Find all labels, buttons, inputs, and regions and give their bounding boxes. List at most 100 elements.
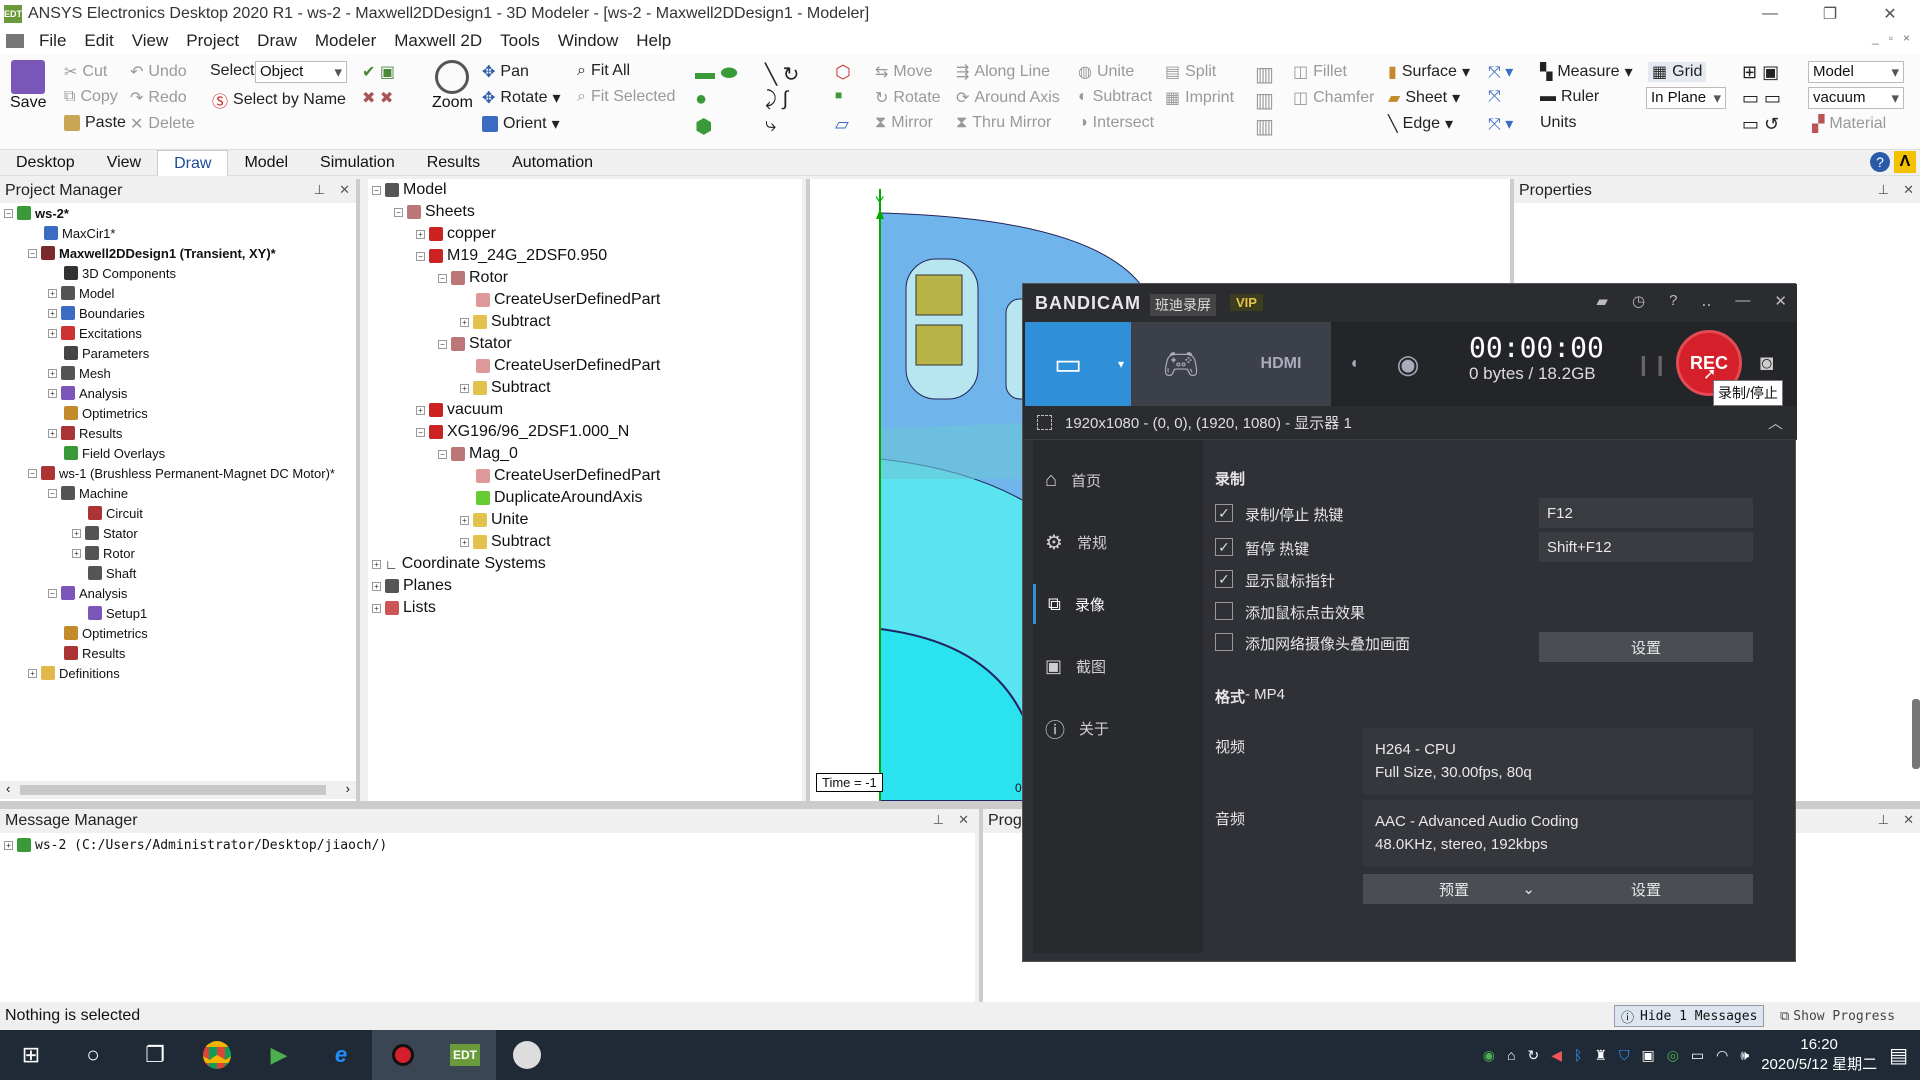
tab-draw[interactable]: Draw [157, 149, 229, 176]
rotate-obj-button[interactable]: ↻ Rotate [875, 88, 941, 108]
coordinate-system-icon[interactable]: ⤧ ▾ [1488, 62, 1513, 82]
unite-button[interactable]: ◍ Unite [1078, 62, 1134, 82]
close-pane-icon[interactable]: ✕ [1903, 182, 1914, 198]
close-pane-icon[interactable]: ✕ [1903, 812, 1914, 828]
speaker-mic-icon[interactable]: ◖ [1339, 322, 1369, 406]
thru-mirror-button[interactable]: ⧗ Thru Mirror [956, 114, 1051, 132]
tree-item[interactable]: + Subtract [460, 377, 551, 399]
tree-item[interactable]: Circuit [88, 503, 143, 523]
tree-item[interactable]: Optimetrics [64, 403, 148, 423]
fillet-button[interactable]: ◫ Fillet [1293, 62, 1347, 82]
select-mode-dropdown[interactable]: Object [255, 61, 347, 83]
tree-item[interactable]: − Machine [48, 483, 128, 503]
tree-item[interactable]: Shaft [88, 563, 136, 583]
menu-edit[interactable]: Edit [75, 31, 122, 51]
collapse-icon[interactable]: ︿ [1768, 412, 1783, 433]
units-button[interactable]: Units [1540, 114, 1576, 132]
bluetooth-icon[interactable]: ᛒ [1574, 1047, 1582, 1063]
clock[interactable]: 16:20 2020/5/12 星期二 [1761, 1035, 1877, 1075]
around-axis-button[interactable]: ⟳ Around Axis [956, 88, 1060, 108]
split-button[interactable]: ▤ Split [1165, 62, 1216, 82]
media-player-icon[interactable]: ▶ [248, 1030, 310, 1080]
restore-button[interactable]: ❐ [1800, 0, 1860, 28]
tree-item[interactable]: + Planes [372, 575, 452, 597]
search-icon[interactable]: ○ [62, 1030, 124, 1080]
select-icons-group[interactable]: ✔ ▣ [362, 62, 395, 82]
mdi-restore[interactable]: ▫ [1889, 31, 1893, 45]
speaker-icon[interactable]: 🕪 [1740, 1047, 1749, 1064]
pin-icon[interactable]: ⊥ [314, 182, 325, 198]
tree-item[interactable]: + Excitations [48, 323, 142, 343]
close-pane-icon[interactable]: ✕ [958, 812, 969, 828]
resolution-bar[interactable]: 1920x1080 - (0, 0), (1920, 1080) - 显示器 1… [1023, 406, 1797, 440]
tree-item[interactable]: + ∟ Coordinate Systems [372, 553, 546, 575]
tray-sync-icon[interactable]: ↻ [1527, 1047, 1539, 1064]
menu-maxwell2d[interactable]: Maxwell 2D [385, 31, 491, 51]
tree-item[interactable]: Setup1 [88, 603, 147, 623]
tray-app-icon[interactable]: ◉ [1483, 1047, 1495, 1064]
menu-help[interactable]: Help [627, 31, 680, 51]
material-dropdown[interactable]: vacuum [1808, 87, 1904, 109]
copy-button[interactable]: ⧉ Copy [64, 88, 118, 106]
tree-item[interactable]: − Analysis [48, 583, 127, 603]
hotkey-rec-field[interactable]: F12 [1539, 498, 1753, 528]
wechat-icon[interactable]: ◎ [1667, 1047, 1679, 1064]
tree-item[interactable]: Results [64, 643, 125, 663]
tree-item[interactable]: + Rotor [72, 543, 135, 563]
tray-network-app-icon[interactable]: ⌂ [1507, 1047, 1515, 1063]
fit-all-button[interactable]: ⌕ Fit All [577, 62, 630, 80]
tree-item[interactable]: + copper [416, 223, 496, 245]
face-cs-icon[interactable]: ⤧ ▾ [1488, 114, 1513, 134]
tab-results[interactable]: Results [411, 150, 496, 176]
thicken-icon[interactable]: ▥ [1255, 88, 1274, 113]
menu-draw[interactable]: Draw [248, 31, 306, 51]
orient-button[interactable]: Orient ▾ [482, 114, 560, 134]
draw-arc-icon[interactable]: ⤷ [765, 114, 776, 137]
game-mode-button[interactable]: 🎮︎ [1131, 322, 1231, 406]
tree-item[interactable]: + Model [48, 283, 114, 303]
internet-explorer-icon[interactable]: e [310, 1030, 372, 1080]
tree-item[interactable]: + Analysis [48, 383, 127, 403]
windows-start-icon[interactable]: ⊞ [0, 1030, 62, 1080]
bandicam-task-icon[interactable] [372, 1030, 434, 1080]
tree-item[interactable]: Parameters [64, 343, 149, 363]
pause-icon[interactable]: ❙❙ [1635, 352, 1669, 377]
tree-item[interactable]: 3D Components [64, 263, 176, 283]
show-cursor-checkbox[interactable]: ✓ [1215, 570, 1233, 588]
mdi-minimize[interactable]: _ [1872, 31, 1879, 45]
tree-item[interactable]: + vacuum [416, 399, 503, 421]
webcam-icon[interactable]: ◉ [1373, 322, 1443, 406]
surface-button[interactable]: ▮ Surface ▾ [1388, 62, 1470, 82]
tab-view[interactable]: View [91, 150, 157, 176]
tree-item[interactable]: − Sheets [394, 201, 475, 223]
tree-item[interactable]: + Unite [460, 509, 528, 531]
clock-icon[interactable]: ◷ [1632, 292, 1645, 310]
zoom-button[interactable]: Zoom [432, 60, 473, 112]
hotkey-rec-checkbox[interactable]: ✓ [1215, 504, 1233, 522]
menu-icon[interactable]: ‥ [1701, 292, 1711, 310]
format-settings-button[interactable]: 设置 [1539, 874, 1753, 904]
help-icon[interactable]: ? [1870, 152, 1890, 172]
edge-button[interactable]: ╲ Edge ▾ [1388, 114, 1453, 134]
tray-display-icon[interactable]: ▣ [1641, 1047, 1654, 1064]
vertical-scrollbar[interactable] [1912, 699, 1920, 769]
ruler-button[interactable]: ▬ Ruler [1540, 88, 1599, 106]
tree-item[interactable]: CreateUserDefinedPart [476, 465, 660, 487]
pan-button[interactable]: ✥ Pan [482, 62, 529, 82]
avatar-app-icon[interactable] [496, 1030, 558, 1080]
hotkey-pause-field[interactable]: Shift+F12 [1539, 532, 1753, 562]
tree-item[interactable]: + Stator [72, 523, 138, 543]
connect-icon[interactable]: ▥ [1255, 114, 1274, 139]
tray-app2-icon[interactable]: ♜ [1594, 1047, 1607, 1064]
tree-item[interactable]: CreateUserDefinedPart [476, 289, 660, 311]
notification-icon[interactable]: ▤ [1889, 1043, 1908, 1068]
fit-selected-button[interactable]: ⌕ Fit Selected [577, 88, 675, 106]
menu-modeler[interactable]: Modeler [306, 31, 385, 51]
tab-desktop[interactable]: Desktop [0, 150, 91, 176]
sweep-icons[interactable]: ▥ [1255, 62, 1274, 87]
tray-volume-app-icon[interactable]: ◀ [1551, 1047, 1562, 1064]
draw-line-icon[interactable]: ╲ ↻ [765, 62, 799, 87]
material-button[interactable]: ▞ Material [1812, 114, 1886, 134]
tree-item[interactable]: + Subtract [460, 531, 551, 553]
mirror-button[interactable]: ⧗ Mirror [875, 114, 933, 132]
